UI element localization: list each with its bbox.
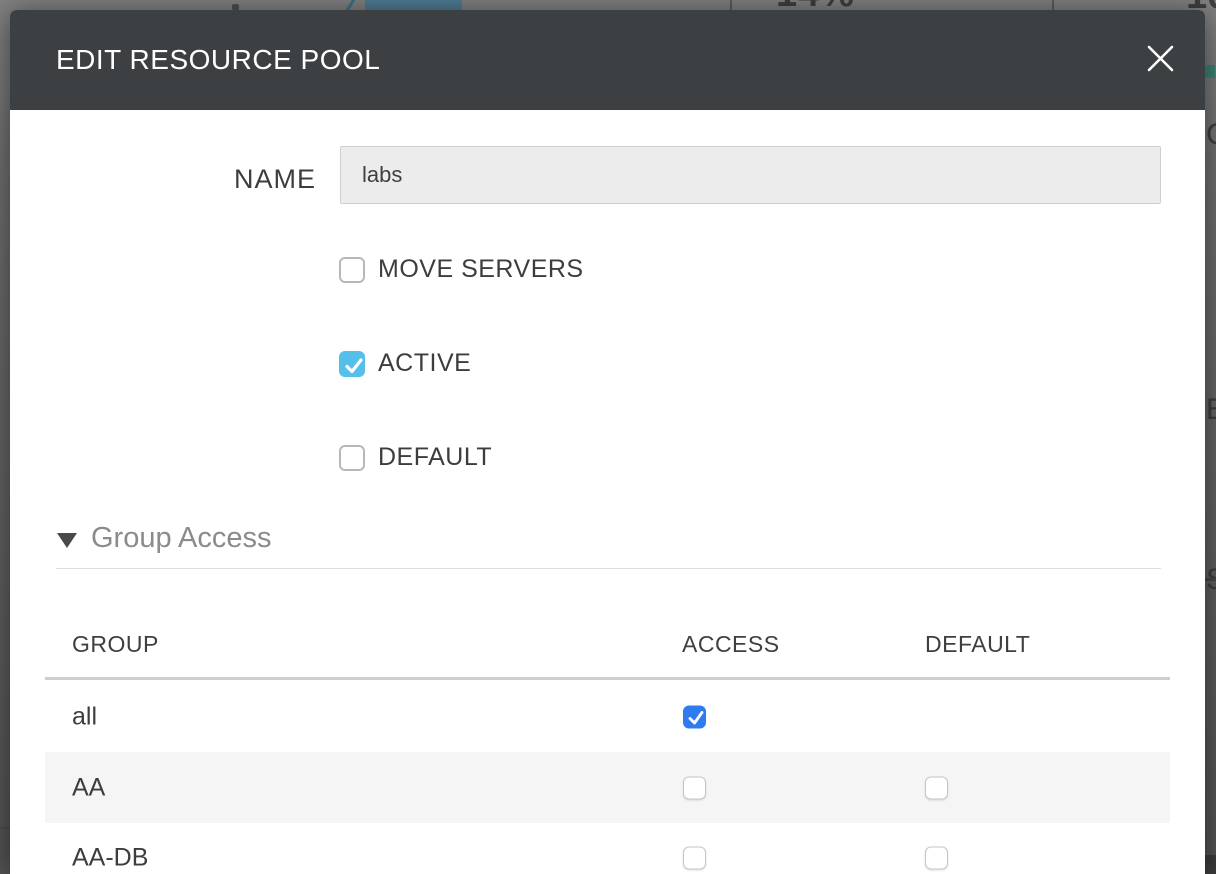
background-card-divider [1052, 0, 1054, 10]
default-checkbox[interactable] [339, 445, 365, 471]
background-card-divider [730, 0, 732, 10]
access-checkbox-aa[interactable] [683, 776, 706, 799]
table-row: all [45, 681, 1170, 752]
name-label: NAME [130, 164, 316, 195]
name-input[interactable] [340, 146, 1161, 204]
option-default: DEFAULT [339, 443, 492, 472]
table-header-divider [45, 677, 1170, 680]
background-gauge-line-fragment [344, 0, 356, 10]
table-row: AA-DB [45, 823, 1170, 874]
active-label: ACTIVE [378, 349, 471, 378]
background-divider-fragment [1205, 578, 1216, 581]
background-divider-fragment [0, 827, 10, 829]
group-name: AA-DB [72, 844, 148, 873]
default-label: DEFAULT [378, 443, 492, 472]
close-button[interactable] [1137, 37, 1183, 83]
group-name: all [72, 702, 97, 731]
group-access-section-title: Group Access [91, 522, 272, 555]
checkmark-icon [683, 705, 708, 730]
column-header-group: GROUP [72, 631, 159, 658]
background-footer-fragment [1205, 855, 1216, 874]
dialog-header: EDIT RESOURCE POOL [10, 10, 1205, 110]
column-header-default: DEFAULT [925, 631, 1030, 658]
table-row: AA [45, 752, 1170, 823]
group-access-section-toggle[interactable]: Group Access [57, 522, 272, 555]
background-letter-fragment: E [1206, 393, 1216, 427]
default-checkbox-aa-db[interactable] [925, 847, 948, 870]
background-gauge-fragment [365, 0, 462, 10]
move-servers-label: MOVE SERVERS [378, 255, 584, 284]
background-count-text: 10 [1186, 0, 1216, 10]
background-right-strip: C E S [1205, 10, 1216, 874]
column-header-access: ACCESS [682, 631, 780, 658]
group-name: AA [72, 773, 105, 802]
dialog-title: EDIT RESOURCE POOL [56, 44, 380, 76]
edit-resource-pool-dialog: EDIT RESOURCE POOL NAME MOVE SERVERS ACT… [10, 10, 1205, 874]
section-divider [56, 568, 1161, 569]
triangle-down-icon [57, 533, 77, 548]
checkmark-icon [341, 353, 367, 379]
close-icon [1144, 42, 1177, 78]
access-checkbox-aa-db[interactable] [683, 847, 706, 870]
background-top-strip: 14% 10 [0, 0, 1216, 10]
default-checkbox-aa[interactable] [925, 776, 948, 799]
background-letter-fragment: C [1206, 118, 1216, 152]
option-active: ACTIVE [339, 349, 471, 378]
background-teal-fragment [1205, 65, 1215, 78]
active-checkbox[interactable] [339, 351, 365, 377]
option-move-servers: MOVE SERVERS [339, 255, 584, 284]
access-checkbox-all[interactable] [683, 705, 706, 728]
background-percent-text: 14% [776, 0, 855, 10]
move-servers-checkbox[interactable] [339, 257, 365, 283]
